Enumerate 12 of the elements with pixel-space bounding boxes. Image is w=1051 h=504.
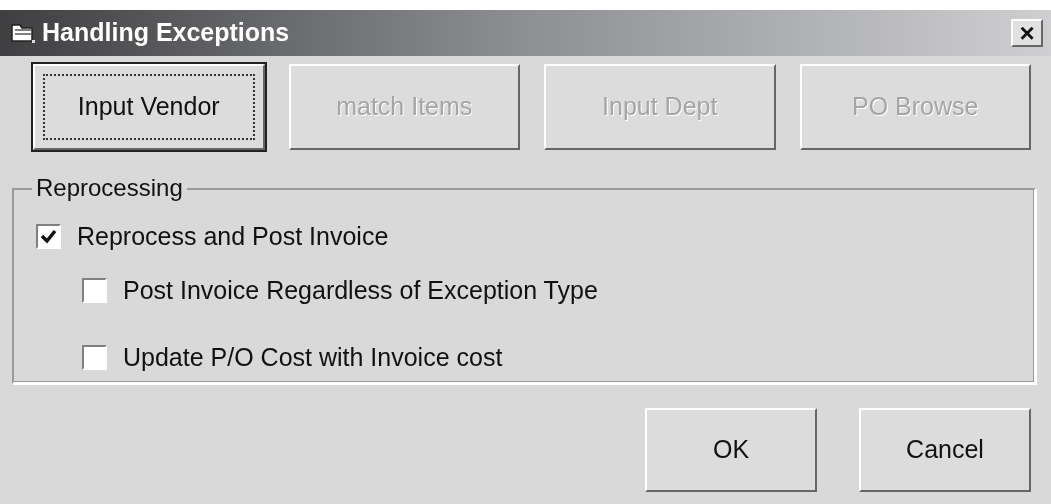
folder-icon: [10, 21, 36, 45]
checkbox[interactable]: [82, 277, 107, 303]
close-button[interactable]: ×: [1011, 19, 1043, 47]
checkbox[interactable]: [82, 345, 107, 371]
window-title: Handling Exceptions: [42, 17, 290, 49]
dialog-button[interactable]: OK: [645, 408, 817, 492]
checkbox-label: Post Invoice Regardless of Exception Type: [123, 274, 598, 306]
dialog-button[interactable]: Cancel: [859, 408, 1031, 492]
checkbox[interactable]: [36, 224, 61, 250]
checkbox-label: Reprocess and Post Invoice: [77, 221, 389, 252]
toolbar-button[interactable]: Input Vendor: [33, 64, 265, 150]
checkbox-label: Update P/O Cost with Invoice cost: [123, 342, 503, 373]
